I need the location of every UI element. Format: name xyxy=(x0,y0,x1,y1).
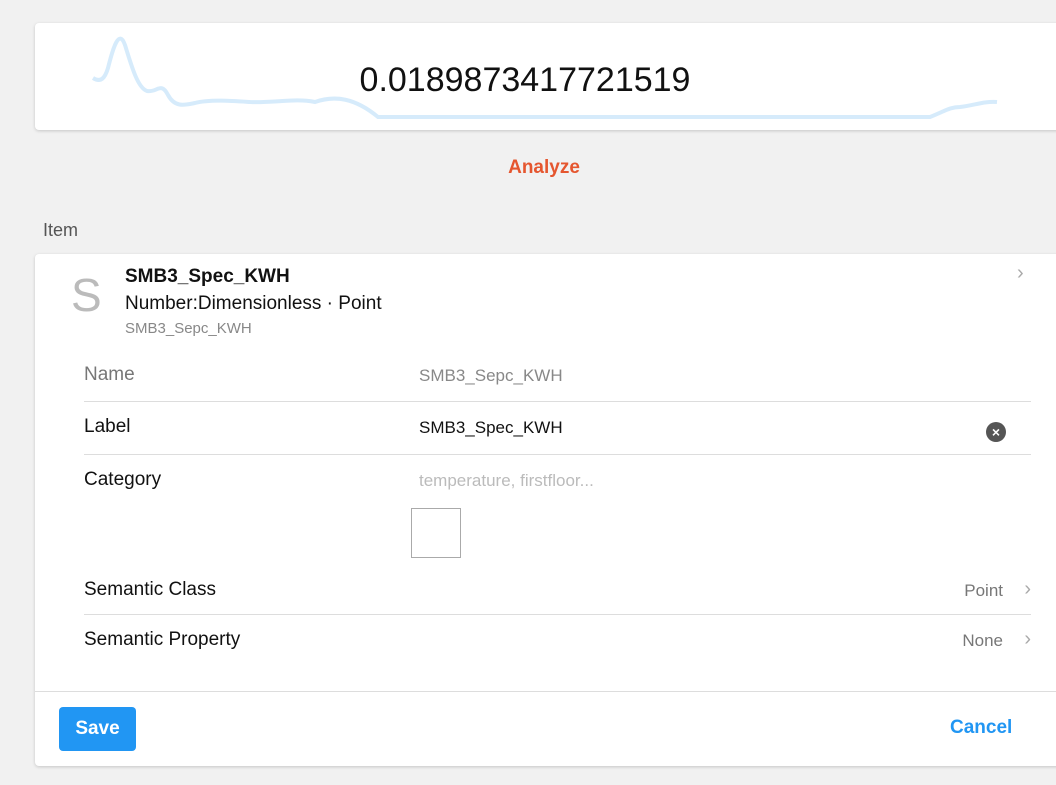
semantic-class-field[interactable]: Semantic Class Point › xyxy=(84,578,1031,615)
label-label: Label xyxy=(84,416,131,437)
category-icon-preview xyxy=(411,508,461,558)
name-field: Name SMB3_Sepc_KWH xyxy=(84,364,1031,402)
item-name: SMB3_Sepc_KWH xyxy=(125,320,252,337)
label-field[interactable]: Label SMB3_Spec_KWH × xyxy=(84,416,1031,455)
divider xyxy=(35,691,1056,692)
state-value: 0.0189873417721519 xyxy=(359,61,691,99)
semantic-property-value: None xyxy=(962,631,1003,650)
item-label: SMB3_Spec_KWH xyxy=(125,266,290,287)
item-card: S SMB3_Spec_KWH Number:Dimensionless · P… xyxy=(35,254,1056,766)
category-input[interactable]: temperature, firstfloor... xyxy=(419,471,594,491)
semantic-property-label: Semantic Property xyxy=(84,629,241,650)
chevron-right-icon: › xyxy=(1024,578,1031,600)
save-button[interactable]: Save xyxy=(59,707,136,751)
cancel-button[interactable]: Cancel xyxy=(950,717,1012,739)
item-state-card: 0.0189873417721519 xyxy=(35,23,1056,130)
analyze-link[interactable]: Analyze xyxy=(0,157,1056,179)
semantic-property-field[interactable]: Semantic Property None › xyxy=(84,628,1031,665)
chevron-right-icon: › xyxy=(1024,628,1031,650)
semantic-class-label: Semantic Class xyxy=(84,579,216,600)
clear-icon[interactable]: × xyxy=(986,422,1006,442)
name-value: SMB3_Sepc_KWH xyxy=(419,366,563,385)
section-title: Item xyxy=(43,220,79,240)
name-label: Name xyxy=(84,364,135,385)
chevron-right-icon: › xyxy=(1017,262,1024,284)
avatar: S xyxy=(71,269,102,321)
item-type: Number:Dimensionless · Point xyxy=(125,293,382,314)
category-label: Category xyxy=(84,469,162,490)
label-input[interactable]: SMB3_Spec_KWH xyxy=(419,418,563,438)
semantic-class-value: Point xyxy=(964,581,1003,600)
